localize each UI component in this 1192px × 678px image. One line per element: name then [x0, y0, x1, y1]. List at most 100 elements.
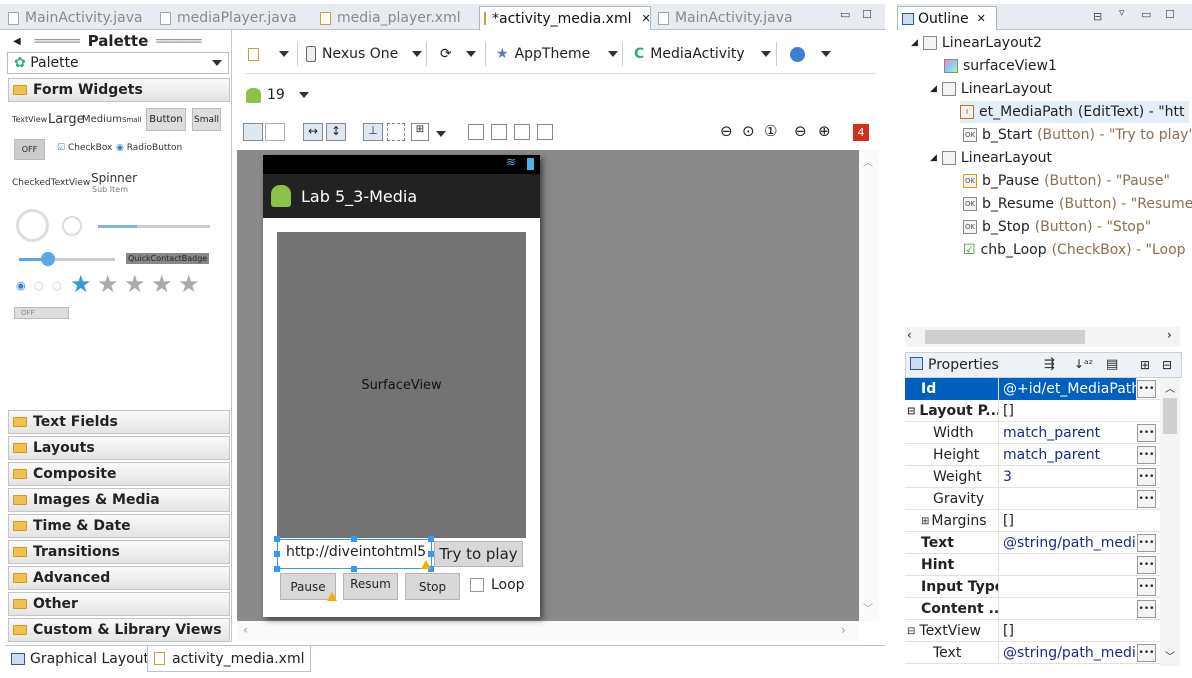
chevron-right-icon[interactable]: ›: [1167, 328, 1172, 342]
maximize-icon[interactable]: ☐: [862, 8, 872, 21]
category-form-widgets[interactable]: Form Widgets: [8, 78, 230, 102]
chevron-up-icon[interactable]: ︿: [1165, 380, 1175, 395]
category-custom-library-views[interactable]: Custom & Library Views: [8, 618, 230, 642]
star-icon[interactable]: ★: [151, 270, 173, 298]
assign-weight-icon[interactable]: [491, 124, 507, 140]
chevron-right-icon[interactable]: ›: [841, 623, 846, 637]
widget-large-text[interactable]: Large: [48, 112, 85, 127]
layout-horizontal-icon[interactable]: [243, 123, 263, 141]
outline-node-chb-loop[interactable]: ☑ chb_Loop (CheckBox) - "Loop: [963, 239, 1186, 261]
zoom-out-icon[interactable]: ⊖: [794, 122, 807, 140]
minimize-icon[interactable]: ▭: [1141, 8, 1151, 21]
close-icon[interactable]: ✕: [977, 12, 986, 25]
zoom-100-icon[interactable]: ①: [764, 122, 777, 140]
fill-width-icon[interactable]: ↔: [303, 123, 323, 141]
activity-chooser[interactable]: C MediaActivity: [634, 43, 771, 65]
loop-checkbox[interactable]: [470, 578, 484, 592]
ellipsis-button[interactable]: •••: [1137, 644, 1156, 662]
zoom-real-icon[interactable]: ⊙: [742, 122, 755, 140]
outline-node-b-start[interactable]: OK b_Start (Button) - "Try to play": [963, 124, 1192, 146]
chevron-down-icon[interactable]: [436, 131, 446, 137]
chevron-up-icon[interactable]: ︿: [863, 154, 873, 169]
property-row-width[interactable]: Width match_parent •••: [905, 422, 1160, 444]
radio-icon[interactable]: ○: [34, 279, 44, 292]
expand-all-icon[interactable]: ⊞: [1140, 358, 1150, 372]
property-row-content-description[interactable]: Content ... •••: [905, 598, 1160, 620]
selection-handle[interactable]: [274, 536, 280, 542]
widget-spinner[interactable]: Spinner: [91, 171, 137, 185]
widget-switch[interactable]: OFF: [14, 307, 69, 319]
scroll-thumb[interactable]: [1163, 398, 1177, 434]
tab-xml-source[interactable]: activity_media.xml: [147, 646, 312, 672]
tab-mainactivity-java[interactable]: MainActivity.java: [8, 6, 143, 30]
property-row-margins[interactable]: ⊞ Margins[]: [905, 510, 1160, 532]
chevron-down-icon[interactable]: ﹀: [1165, 648, 1175, 663]
ellipsis-button[interactable]: •••: [1137, 556, 1156, 574]
chevron-down-icon[interactable]: ﹀: [863, 600, 873, 615]
star-icon[interactable]: ★: [97, 270, 119, 298]
property-row-weight[interactable]: Weight 3 •••: [905, 466, 1160, 488]
tab-graphical-layout[interactable]: Graphical Layout: [5, 646, 155, 672]
property-row-id[interactable]: Id @+id/et_MediaPath •••: [905, 378, 1160, 400]
scroll-thumb[interactable]: [925, 330, 1085, 344]
selection-handle[interactable]: [274, 566, 280, 572]
baseline-icon[interactable]: ⊥: [363, 123, 383, 141]
device-chooser[interactable]: Nexus One: [306, 43, 423, 65]
canvas-vertical-scrollbar[interactable]: ︿ ﹀: [859, 150, 879, 621]
config-chooser[interactable]: [248, 43, 289, 65]
category-advanced[interactable]: Advanced: [8, 566, 230, 590]
category-images-media[interactable]: Images & Media: [8, 488, 230, 512]
try-to-play-button[interactable]: Try to play: [434, 541, 523, 567]
filter-icon[interactable]: ⇶: [1044, 357, 1055, 372]
widget-radio[interactable]: ◉ RadioButton: [116, 143, 182, 153]
property-row-textview[interactable]: ⊟ TextView[]: [905, 620, 1160, 642]
advanced-icon[interactable]: ▤: [1106, 357, 1118, 372]
margins-icon[interactable]: [387, 123, 405, 141]
tab-media-player-xml[interactable]: media_player.xml: [320, 6, 461, 30]
tab-activity-media-xml[interactable]: *activity_media.xml ✕: [479, 6, 651, 30]
property-row-hint[interactable]: Hint •••: [905, 554, 1160, 576]
sort-az-icon[interactable]: ↓ᵃᶻ: [1074, 357, 1093, 371]
palette-selector[interactable]: ✿ Palette: [7, 52, 229, 74]
theme-chooser[interactable]: ★ AppTheme: [496, 43, 619, 65]
category-time-date[interactable]: Time & Date: [8, 514, 230, 538]
property-row-textview-text[interactable]: Text @string/path_media •••: [905, 642, 1160, 664]
properties-scrollbar[interactable]: ︿ ﹀: [1160, 378, 1180, 666]
gravity-icon[interactable]: ⊞: [411, 123, 429, 141]
collapse-icon[interactable]: ⊟: [907, 406, 915, 417]
locale-chooser[interactable]: [790, 43, 831, 65]
widget-progress-normal[interactable]: [62, 216, 82, 236]
expand-icon[interactable]: ◢: [911, 38, 918, 48]
collapse-all-icon[interactable]: ⊟: [1093, 10, 1102, 23]
ellipsis-button[interactable]: •••: [1137, 578, 1156, 596]
tab-outline[interactable]: Outline ✕: [897, 6, 997, 30]
category-text-fields[interactable]: Text Fields: [8, 410, 230, 434]
expand-icon[interactable]: ◢: [930, 84, 937, 94]
view-menu-icon[interactable]: ▿: [1119, 6, 1125, 19]
radio-icon[interactable]: ○: [52, 279, 62, 292]
zoom-in-icon[interactable]: ⊕: [818, 122, 831, 140]
ellipsis-button[interactable]: •••: [1137, 380, 1156, 398]
clear-weights-icon[interactable]: [514, 124, 530, 140]
stop-button[interactable]: Stop: [405, 573, 460, 600]
radio-checked-icon[interactable]: ◉: [16, 279, 26, 292]
collapse-all-icon[interactable]: ⊟: [1162, 358, 1172, 372]
expand-icon[interactable]: ⊞: [921, 516, 929, 527]
widget-medium-text[interactable]: Medium: [82, 114, 122, 125]
layout-vertical-icon[interactable]: [265, 123, 285, 141]
outline-node-et-mediapath[interactable]: Iet_MediaPath (EditText) - "htt: [960, 101, 1189, 123]
star-filled-icon[interactable]: ★: [70, 270, 92, 298]
widget-progress-horizontal[interactable]: [98, 225, 210, 228]
widget-small-text[interactable]: Small: [122, 116, 141, 124]
widget-progress-large[interactable]: [16, 209, 49, 242]
outline-node-b-stop[interactable]: OK b_Stop (Button) - "Stop": [963, 216, 1151, 238]
error-count-badge[interactable]: 4: [853, 124, 869, 141]
distribute-weights-icon[interactable]: [468, 124, 484, 140]
widget-small-button[interactable]: Small: [192, 108, 221, 131]
star-icon[interactable]: ★: [178, 270, 200, 298]
category-layouts[interactable]: Layouts: [8, 436, 230, 460]
widget-seekbar[interactable]: [19, 258, 115, 261]
ellipsis-button[interactable]: •••: [1137, 424, 1156, 442]
property-row-height[interactable]: Height match_parent •••: [905, 444, 1160, 466]
fill-height-icon[interactable]: ↕: [326, 123, 346, 141]
